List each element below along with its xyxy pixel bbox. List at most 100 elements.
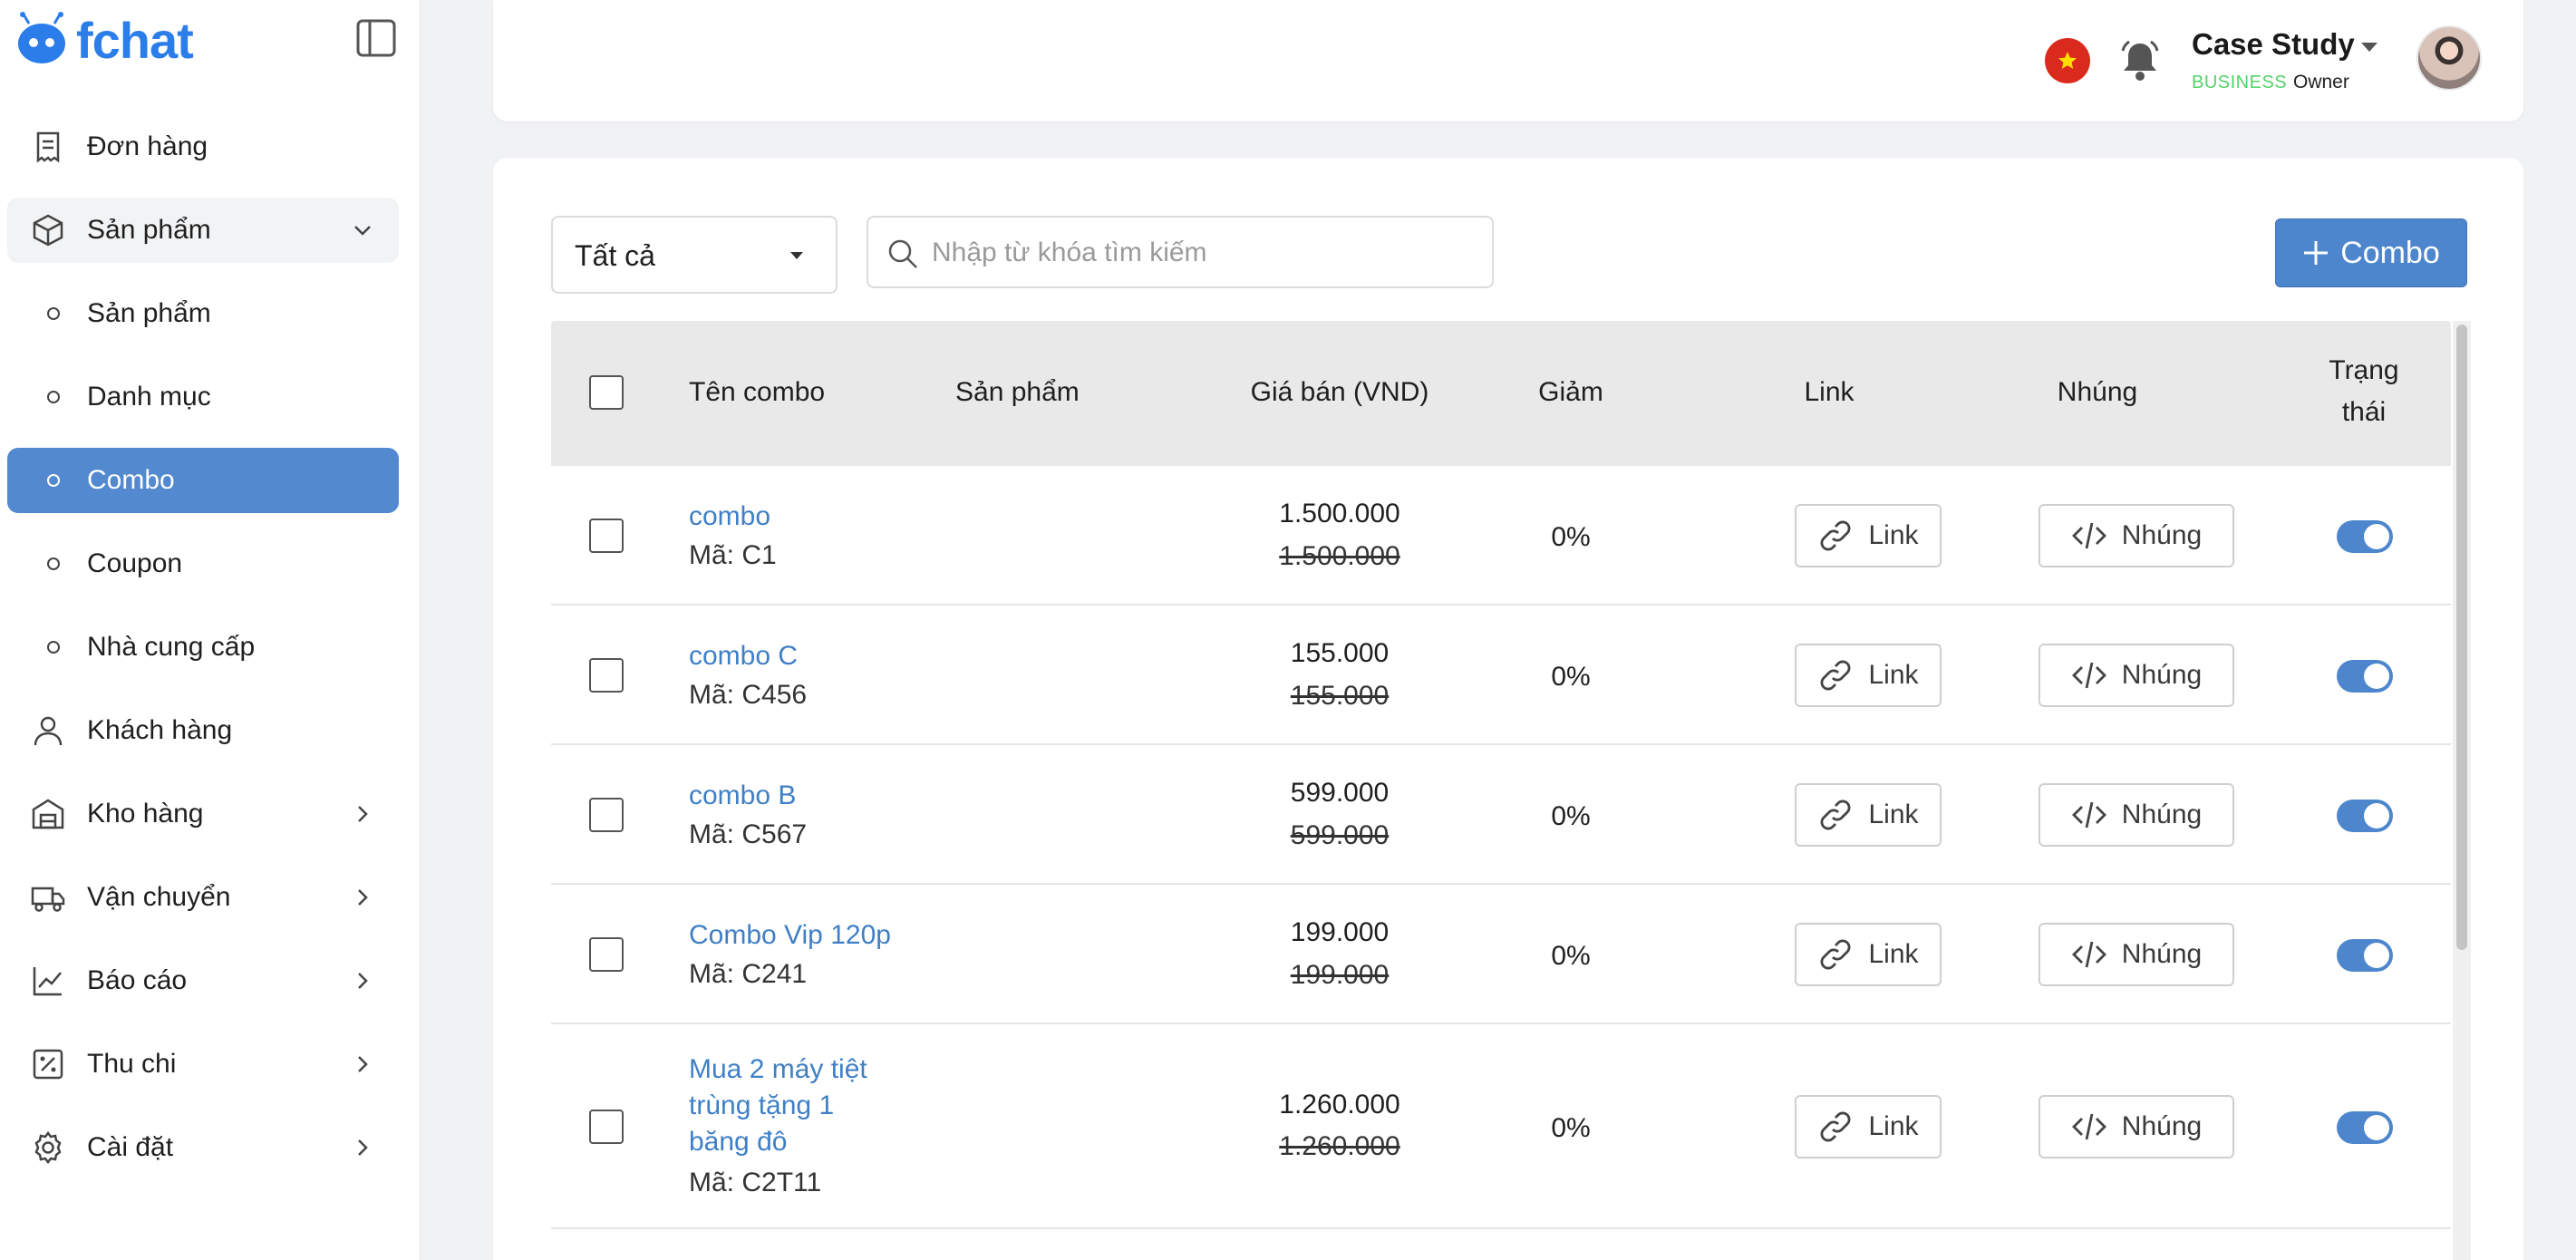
sidebar-item-label: Thu chi xyxy=(87,1049,177,1079)
add-combo-button[interactable]: Combo xyxy=(2275,218,2467,287)
combo-old-price: 155.000 xyxy=(1290,681,1390,711)
scrollbar-thumb[interactable] xyxy=(2456,325,2467,950)
sidebar-item-customers[interactable]: Khách hàng xyxy=(7,698,399,763)
combo-price: 155.000 xyxy=(1290,638,1390,668)
avatar[interactable] xyxy=(2416,25,2482,91)
table-scrollbar[interactable] xyxy=(2453,321,2471,1260)
row-checkbox[interactable] xyxy=(589,658,624,693)
bullet-icon xyxy=(47,307,60,320)
code-icon xyxy=(2071,941,2106,968)
top-header: Case Study BUSINESS Owner xyxy=(493,0,2523,121)
sidebar-item-products[interactable]: Sản phẩm xyxy=(7,198,399,263)
row-checkbox[interactable] xyxy=(589,798,624,832)
warehouse-icon xyxy=(32,799,64,829)
combo-name-link[interactable]: combo xyxy=(689,499,906,535)
combo-name-link[interactable]: combo B xyxy=(689,778,906,814)
table-header: Tên combo Sản phẩm Giá bán (VND) Giảm Li… xyxy=(551,321,2451,466)
combo-price: 1.500.000 xyxy=(1279,499,1400,528)
col-header-discount: Giảm xyxy=(1538,377,1603,407)
user-icon xyxy=(34,716,63,746)
truck-icon xyxy=(31,887,65,912)
table-row: Mua 2 máy tiệt trùng tặng 1 băng đô Mã: … xyxy=(551,1024,2451,1229)
link-button-label: Link xyxy=(1868,800,1919,829)
combo-discount: 0% xyxy=(1551,801,1591,831)
sidebar-subitem-products[interactable]: Sản phẩm xyxy=(7,281,399,346)
embed-button-label: Nhúng xyxy=(2121,1111,2203,1141)
embed-button-label: Nhúng xyxy=(2121,520,2203,550)
fchat-logo-icon xyxy=(18,12,65,63)
sidebar-toggle-icon[interactable] xyxy=(355,18,397,58)
combo-price: 1.260.000 xyxy=(1279,1090,1400,1119)
combo-discount: 0% xyxy=(1551,522,1591,552)
code-icon xyxy=(2071,1113,2106,1140)
embed-button[interactable]: Nhúng xyxy=(2039,923,2234,986)
combo-name-link[interactable]: combo C xyxy=(689,638,906,674)
sidebar-item-settings[interactable]: Cài đặt xyxy=(7,1115,399,1180)
language-flag-icon[interactable] xyxy=(2045,38,2090,83)
sidebar-item-label: Báo cáo xyxy=(87,965,188,995)
sidebar-subitem-combo[interactable]: Combo xyxy=(7,448,399,513)
col-header-name[interactable]: Tên combo xyxy=(689,377,825,408)
chevron-right-icon xyxy=(358,1139,368,1156)
status-toggle[interactable] xyxy=(2337,660,2393,693)
caret-down-icon xyxy=(790,252,803,259)
row-checkbox[interactable] xyxy=(589,937,624,972)
combo-code: Mã: C2T11 xyxy=(689,1168,822,1197)
copy-link-button[interactable]: Link xyxy=(1795,504,1942,567)
sidebar-subitem-suppliers[interactable]: Nhà cung cấp xyxy=(7,615,399,680)
status-toggle[interactable] xyxy=(2337,939,2393,972)
link-button-label: Link xyxy=(1868,520,1919,550)
status-filter-select[interactable]: Tất cả xyxy=(551,216,838,294)
col-header-status-line2: thái xyxy=(2341,397,2387,427)
row-checkbox[interactable] xyxy=(589,519,624,553)
embed-button[interactable]: Nhúng xyxy=(2039,783,2234,847)
box-icon xyxy=(33,214,63,247)
status-toggle[interactable] xyxy=(2337,1111,2393,1144)
bell-icon[interactable] xyxy=(2118,38,2162,83)
bullet-icon xyxy=(47,474,60,487)
sidebar-item-orders[interactable]: Đơn hàng xyxy=(7,114,399,179)
search-box xyxy=(867,216,1494,288)
status-toggle[interactable] xyxy=(2337,800,2393,832)
sidebar-item-label: Coupon xyxy=(87,548,183,578)
sidebar-item-finance[interactable]: Thu chi xyxy=(7,1032,399,1097)
embed-button[interactable]: Nhúng xyxy=(2039,504,2234,567)
row-checkbox[interactable] xyxy=(589,1110,624,1144)
chart-line-icon xyxy=(33,967,62,996)
col-header-link: Link xyxy=(1804,377,1855,407)
receipt-icon xyxy=(36,131,60,163)
combo-code: Mã: C1 xyxy=(689,540,777,570)
combo-discount: 0% xyxy=(1551,1113,1591,1143)
sidebar-subitem-coupon[interactable]: Coupon xyxy=(7,531,399,596)
combo-old-price: 199.000 xyxy=(1290,960,1390,990)
caret-down-icon[interactable] xyxy=(2361,43,2377,52)
select-all-checkbox[interactable] xyxy=(589,375,624,410)
copy-link-button[interactable]: Link xyxy=(1795,923,1942,986)
brand-name: fchat xyxy=(76,11,194,69)
col-header-status-line1: Trạng xyxy=(2329,355,2399,385)
bullet-icon xyxy=(47,557,60,570)
embed-button[interactable]: Nhúng xyxy=(2039,1095,2234,1158)
col-header-price[interactable]: Giá bán (VND) xyxy=(1222,377,1457,408)
search-input[interactable] xyxy=(932,230,1476,276)
combo-name-link[interactable]: Mua 2 máy tiệt trùng tặng 1 băng đô xyxy=(689,1052,897,1160)
embed-button-label: Nhúng xyxy=(2121,939,2203,969)
chevron-right-icon xyxy=(358,973,368,989)
logo[interactable]: fchat xyxy=(13,7,194,73)
sidebar-item-reports[interactable]: Báo cáo xyxy=(7,948,399,1013)
copy-link-button[interactable]: Link xyxy=(1795,644,1942,707)
sidebar-subitem-categories[interactable]: Danh mục xyxy=(7,364,399,430)
sidebar-item-warehouse[interactable]: Kho hàng xyxy=(7,781,399,847)
copy-link-button[interactable]: Link xyxy=(1795,1095,1942,1158)
embed-button-label: Nhúng xyxy=(2121,800,2203,829)
combo-discount: 0% xyxy=(1551,662,1591,692)
account-name[interactable]: Case Study xyxy=(2192,27,2355,62)
combo-name-link[interactable]: Combo Vip 120p xyxy=(689,917,979,954)
embed-button[interactable]: Nhúng xyxy=(2039,644,2234,707)
table-row: combo B Mã: C567 599.000 599.000 0% Link… xyxy=(551,745,2451,885)
chevron-right-icon xyxy=(358,806,368,822)
sidebar-item-shipping[interactable]: Vận chuyển xyxy=(7,865,399,930)
copy-link-button[interactable]: Link xyxy=(1795,783,1942,847)
status-toggle[interactable] xyxy=(2337,520,2393,553)
col-header-product: Sản phẩm xyxy=(955,377,1080,407)
